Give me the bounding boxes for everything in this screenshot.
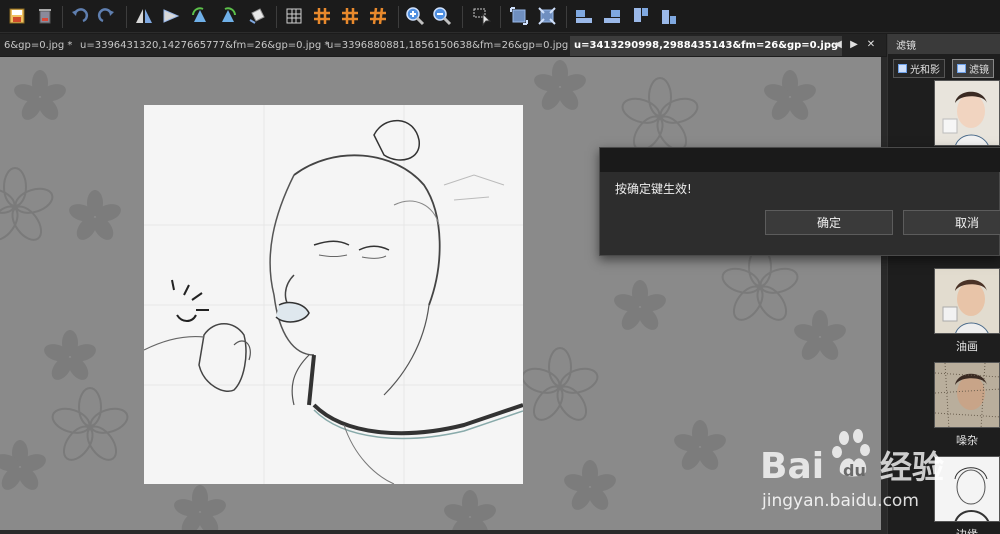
align-bottom-icon[interactable] <box>658 5 680 27</box>
dialog-title-bar[interactable] <box>600 148 1000 172</box>
filter-thumbnail-oil-painting[interactable] <box>934 268 1000 334</box>
select-icon[interactable] <box>471 5 493 27</box>
resize-icon[interactable] <box>536 5 558 27</box>
grid-orange-icon[interactable] <box>311 5 333 27</box>
svg-text:du: du <box>843 461 866 480</box>
align-top-icon[interactable] <box>630 5 652 27</box>
zoom-out-icon[interactable] <box>431 5 453 27</box>
cancel-button[interactable]: 取消 <box>903 210 1000 235</box>
tab-label: 光和影 <box>910 65 940 76</box>
delete-icon[interactable] <box>34 5 56 27</box>
redo-icon[interactable] <box>96 5 118 27</box>
thumbnail-image <box>935 81 999 145</box>
tab-filters[interactable]: 滤镜 <box>952 59 994 78</box>
tab-prev-icon[interactable]: ◀ <box>831 36 845 52</box>
document-tab[interactable]: u=3396880881,1856150638&fm=26&gp=0.jpg * <box>323 36 580 56</box>
ok-button[interactable]: 确定 <box>765 210 893 235</box>
thumbnail-image <box>935 363 999 427</box>
grid-orange-icon[interactable] <box>367 5 389 27</box>
free-rotate-icon[interactable] <box>246 5 268 27</box>
svg-text:经验: 经验 <box>880 448 944 486</box>
sketch-image <box>144 105 523 484</box>
grid-icon[interactable] <box>283 5 305 27</box>
filter-panel-header: 滤镜 <box>888 34 1000 54</box>
crop-icon[interactable] <box>508 5 530 27</box>
align-left-icon[interactable] <box>573 5 595 27</box>
photo-editor-window: 6&gp=0.jpg * u=3396431320,1427665777&fm=… <box>0 0 1000 534</box>
filter-panel-title: 滤镜 <box>896 41 916 52</box>
save-icon[interactable] <box>6 5 28 27</box>
filter-thumbnail[interactable] <box>934 80 1000 146</box>
flip-vertical-icon[interactable] <box>160 5 182 27</box>
edited-photo-sketch <box>144 105 523 484</box>
svg-text:Bai: Bai <box>760 446 824 487</box>
document-tab-active[interactable]: u=3413290998,2988435143&fm=26&gp=0.jpg <box>570 36 843 56</box>
document-tab[interactable]: 6&gp=0.jpg * <box>0 36 76 56</box>
filter-thumbnail-noise[interactable] <box>934 362 1000 428</box>
align-right-icon[interactable] <box>601 5 623 27</box>
baidu-jingyan-watermark: Bai du 经验 jingyan.baidu.com <box>758 428 1000 534</box>
baidu-logo: Bai du 经验 jingyan.baidu.com <box>760 429 944 511</box>
toolbar <box>0 0 1000 33</box>
thumbnail-image <box>935 269 999 333</box>
tab-light-shadow[interactable]: 光和影 <box>893 59 945 78</box>
confirm-dialog: 按确定键生效! 确定 取消 <box>599 147 1000 256</box>
rotate-right-icon[interactable] <box>217 5 239 27</box>
grid-orange-icon[interactable] <box>339 5 361 27</box>
tab-icon <box>898 64 907 73</box>
dialog-message: 按确定键生效! <box>615 182 692 196</box>
tab-close-icon[interactable]: ✕ <box>864 36 878 52</box>
tab-icon <box>957 64 966 73</box>
horizontal-scrollbar[interactable] <box>0 530 887 534</box>
svg-text:jingyan.baidu.com: jingyan.baidu.com <box>761 491 919 511</box>
filter-label: 油画 <box>956 340 978 353</box>
document-tab[interactable]: u=3396431320,1427665777&fm=26&gp=0.jpg * <box>76 36 333 56</box>
tab-label: 滤镜 <box>969 65 989 76</box>
tab-next-icon[interactable]: ▶ <box>847 36 861 52</box>
zoom-in-icon[interactable] <box>404 5 426 27</box>
rotate-left-icon[interactable] <box>189 5 211 27</box>
document-tab-strip: 6&gp=0.jpg * u=3396431320,1427665777&fm=… <box>0 34 886 56</box>
undo-icon[interactable] <box>68 5 90 27</box>
image-canvas[interactable] <box>0 57 881 530</box>
flip-horizontal-icon[interactable] <box>133 5 155 27</box>
